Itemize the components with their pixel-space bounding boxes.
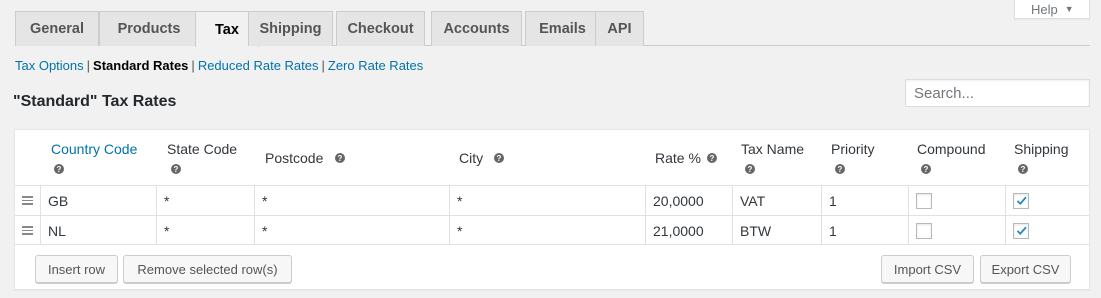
- column-header-compound: Compound ?: [917, 130, 1012, 185]
- subnav-separator: |: [86, 58, 91, 73]
- rate-input[interactable]: 20,0000: [645, 186, 732, 215]
- column-header-priority: Priority ?: [831, 130, 916, 185]
- shipping-checkbox[interactable]: [1013, 222, 1029, 239]
- priority-input[interactable]: 1: [821, 216, 908, 245]
- help-icon[interactable]: ?: [1018, 164, 1028, 174]
- help-icon[interactable]: ?: [54, 164, 64, 174]
- tab-general[interactable]: General: [15, 11, 99, 46]
- drag-handle-icon[interactable]: [22, 226, 33, 235]
- settings-tabs: General Products Tax Shipping Checkout A…: [15, 11, 1090, 47]
- tab-emails[interactable]: Emails: [525, 11, 600, 46]
- column-header-postcode: Postcode ?: [265, 130, 455, 185]
- column-label: Priority: [831, 141, 875, 157]
- column-header-state-code: State Code ?: [167, 130, 262, 185]
- state-code-input[interactable]: *: [156, 186, 254, 215]
- subnav-separator: |: [321, 58, 325, 73]
- export-csv-button[interactable]: Export CSV: [980, 255, 1071, 283]
- table-footer: Insert row Remove selected row(s) Import…: [15, 244, 1089, 289]
- subnav-separator: |: [191, 58, 195, 73]
- column-label: State Code: [167, 141, 238, 157]
- compound-cell: [908, 216, 1005, 245]
- city-input[interactable]: *: [449, 186, 645, 215]
- column-label: City: [459, 150, 484, 166]
- help-icon[interactable]: ?: [494, 153, 504, 163]
- tax-subnav: Tax Options | Standard Rates | Reduced Rate …: [15, 58, 423, 73]
- city-input[interactable]: *: [449, 216, 645, 245]
- help-icon[interactable]: ?: [335, 153, 345, 163]
- help-icon[interactable]: ?: [835, 164, 845, 174]
- column-label: Postcode: [265, 150, 324, 166]
- shipping-checkbox[interactable]: [1013, 192, 1029, 209]
- tax-rates-table: Country Code ? State Code ? Postcode ? C…: [14, 129, 1090, 290]
- subnav-standard-rates[interactable]: Standard Rates: [93, 58, 188, 73]
- tab-accounts[interactable]: Accounts: [431, 11, 522, 46]
- subnav-zero-rates[interactable]: Zero Rate Rates: [328, 58, 423, 73]
- priority-input[interactable]: 1: [821, 186, 908, 215]
- postcode-input[interactable]: *: [254, 216, 449, 245]
- checkmark-icon: [1016, 226, 1027, 236]
- column-label: Tax Name: [741, 141, 805, 157]
- page-title: "Standard" Tax Rates: [13, 93, 177, 110]
- country-code-sort-link[interactable]: Country Code: [51, 141, 137, 157]
- checkmark-icon: [1016, 196, 1027, 206]
- compound-cell: [908, 186, 1005, 215]
- compound-checkbox[interactable]: [916, 192, 932, 209]
- tab-products[interactable]: Products: [99, 11, 199, 46]
- rate-input[interactable]: 21,0000: [645, 216, 732, 245]
- postcode-input[interactable]: *: [254, 186, 449, 215]
- compound-checkbox[interactable]: [916, 222, 932, 239]
- column-label: Compound: [917, 141, 986, 157]
- remove-selected-rows-button[interactable]: Remove selected row(s): [123, 255, 292, 283]
- insert-row-button[interactable]: Insert row: [35, 255, 118, 283]
- table-row[interactable]: NL * * * 21,0000 BTW 1: [15, 215, 1089, 245]
- country-code-input[interactable]: NL: [40, 216, 156, 245]
- import-csv-button[interactable]: Import CSV: [881, 255, 974, 283]
- column-header-rate: Rate % ?: [655, 130, 737, 185]
- subnav-tax-options[interactable]: Tax Options: [15, 58, 84, 73]
- table-row[interactable]: GB * * * 20,0000 VAT 1: [15, 185, 1089, 215]
- help-icon[interactable]: ?: [745, 164, 755, 174]
- shipping-cell: [1005, 186, 1089, 215]
- column-header-country-code[interactable]: Country Code ?: [51, 130, 161, 185]
- help-icon[interactable]: ?: [171, 164, 181, 174]
- tax-name-input[interactable]: BTW: [732, 216, 821, 245]
- country-code-input[interactable]: GB: [40, 186, 156, 215]
- help-icon[interactable]: ?: [707, 153, 717, 163]
- tab-checkout[interactable]: Checkout: [336, 11, 425, 46]
- state-code-input[interactable]: *: [156, 216, 254, 245]
- shipping-cell: [1005, 216, 1089, 245]
- search-input[interactable]: [905, 79, 1090, 107]
- subnav-reduced-rates[interactable]: Reduced Rate Rates: [198, 58, 319, 73]
- drag-handle-icon[interactable]: [22, 196, 33, 205]
- tax-name-input[interactable]: VAT: [732, 186, 821, 215]
- column-header-city: City ?: [459, 130, 649, 185]
- tab-shipping[interactable]: Shipping: [248, 11, 333, 46]
- help-icon[interactable]: ?: [921, 164, 931, 174]
- column-header-tax-name: Tax Name ?: [741, 130, 826, 185]
- column-label: Shipping: [1014, 141, 1069, 157]
- tab-api[interactable]: API: [595, 11, 644, 46]
- column-header-shipping: Shipping ?: [1014, 130, 1089, 185]
- column-label: Rate %: [655, 150, 701, 166]
